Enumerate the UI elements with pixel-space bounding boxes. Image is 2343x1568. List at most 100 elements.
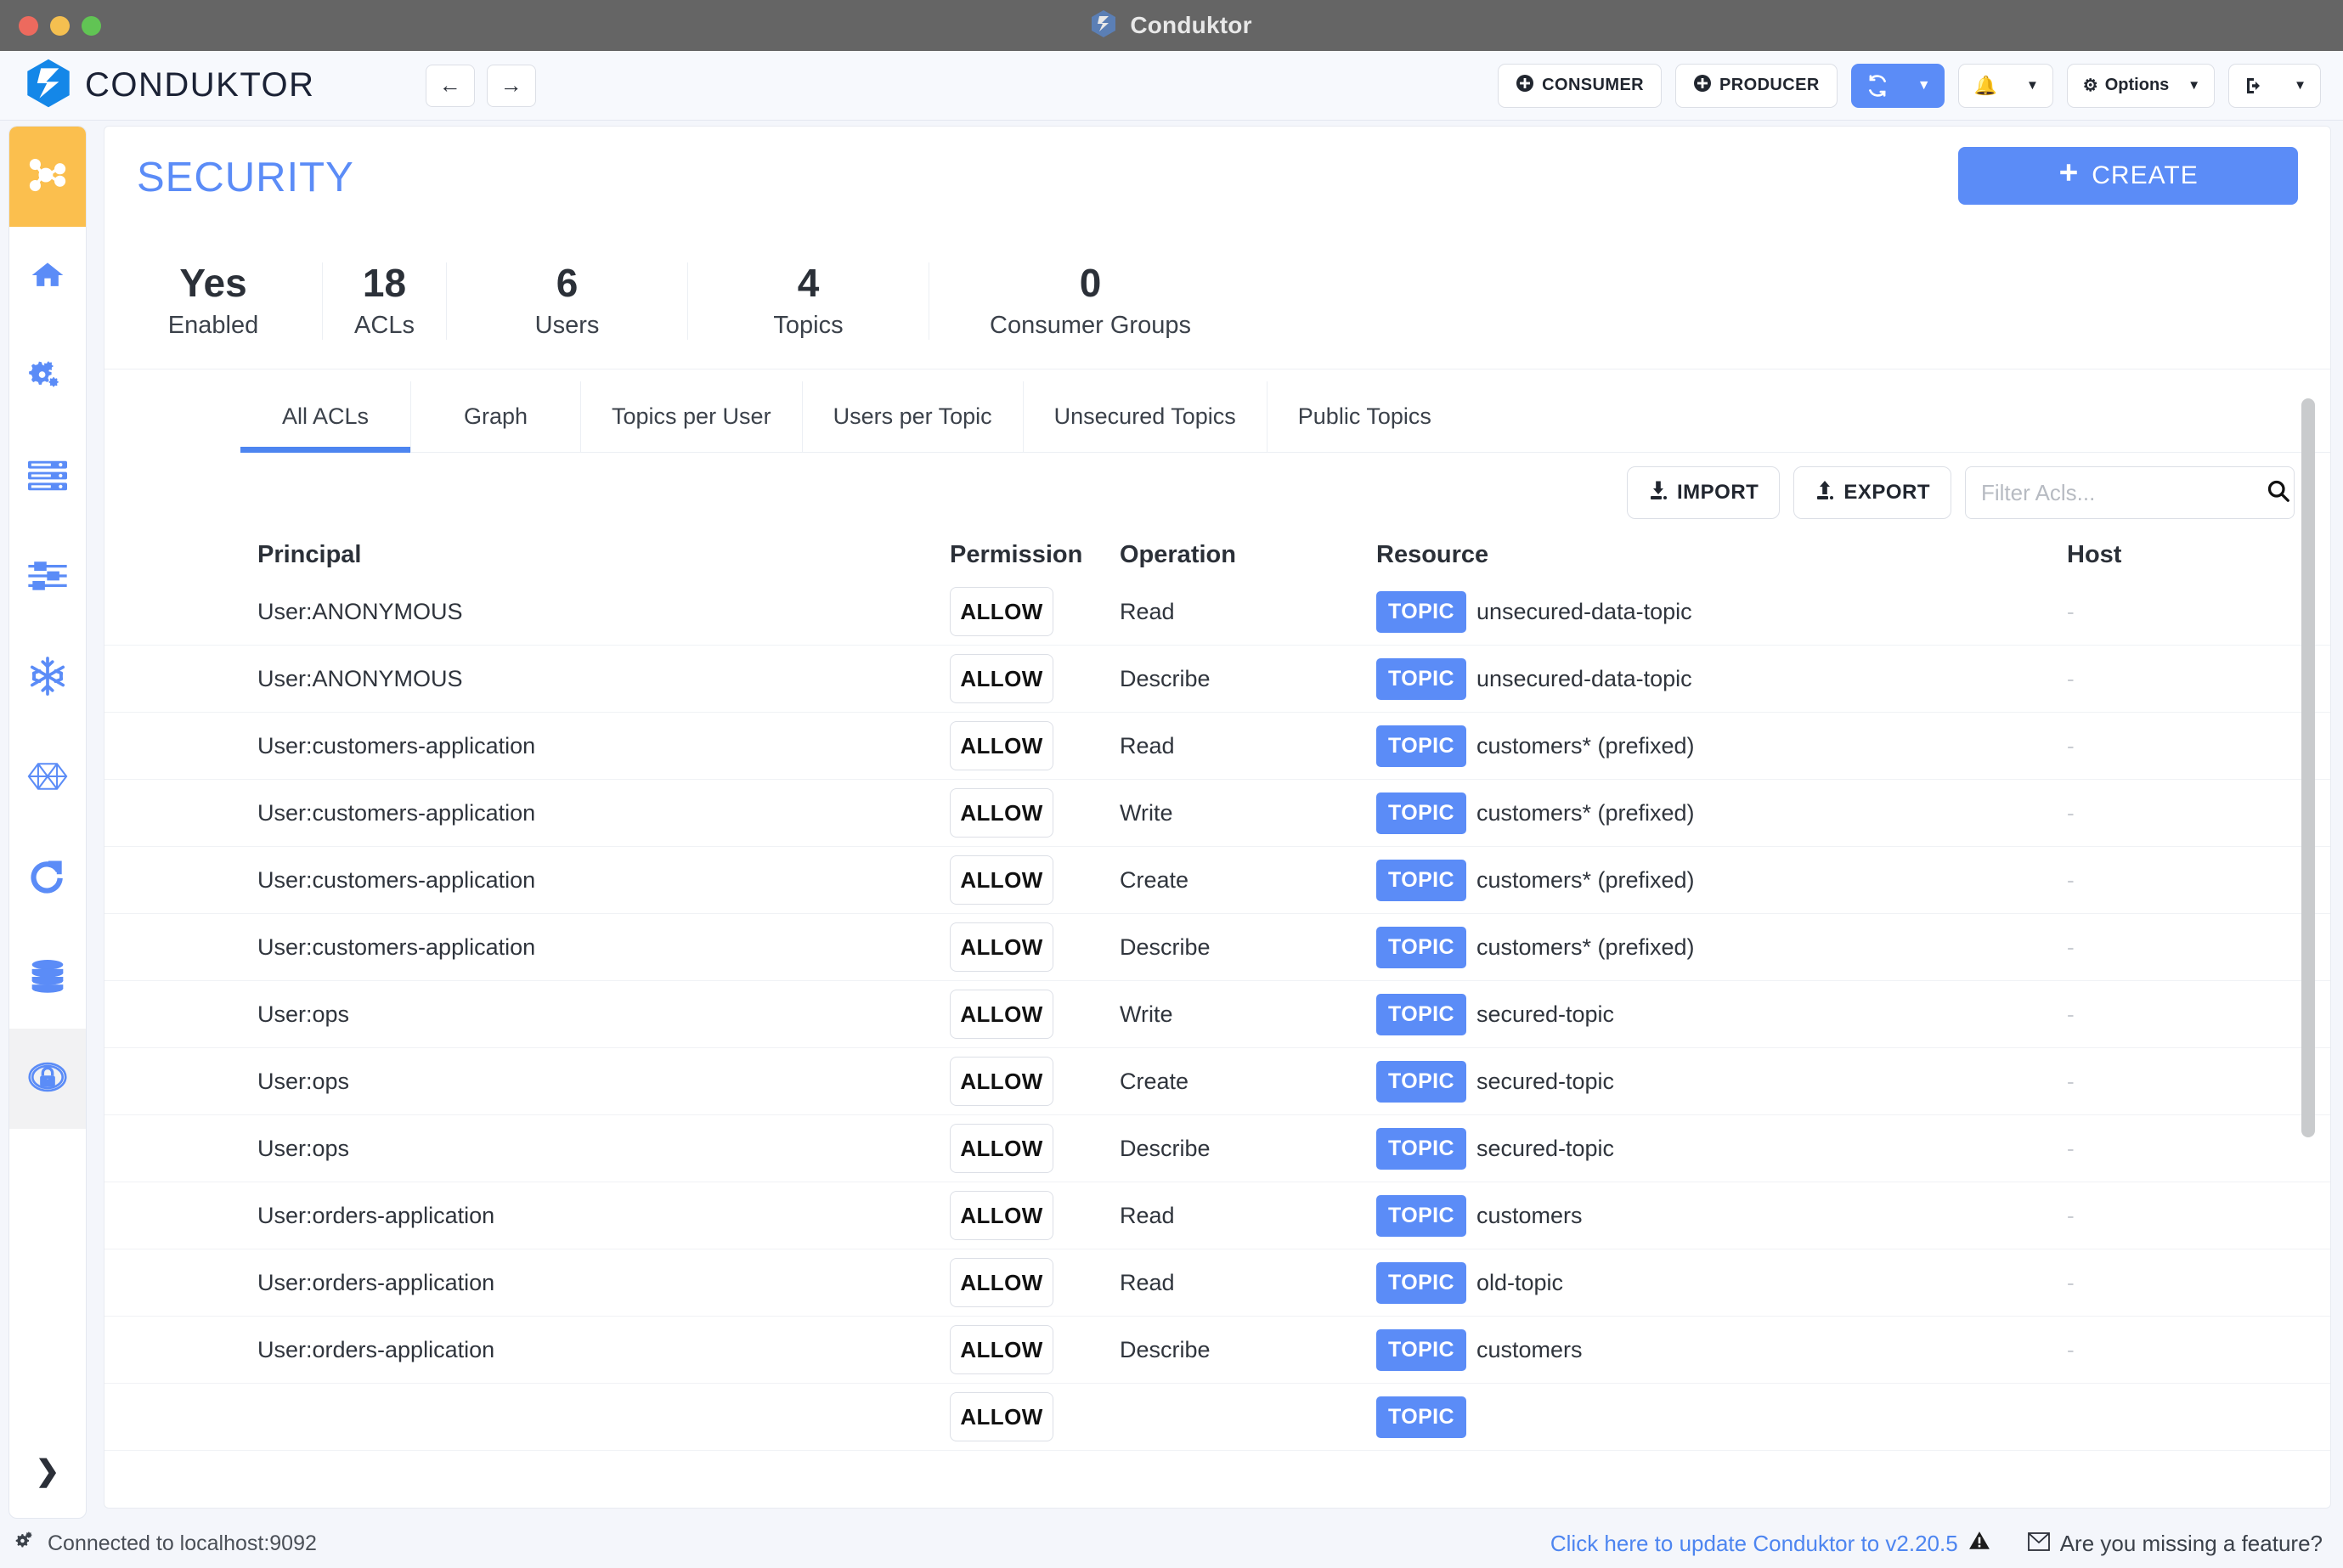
cell-host: - — [2067, 1135, 2075, 1161]
table-row[interactable]: User:ops ALLOW Describe TOPIC secured-to… — [104, 1115, 2330, 1182]
cell-principal: User:customers-application — [257, 732, 536, 759]
sidebar-item-connect[interactable] — [9, 828, 86, 928]
cell-host: - — [2067, 799, 2075, 826]
cell-operation: Describe — [1120, 665, 1211, 691]
logout-chevron-down-icon[interactable]: ▼ — [2280, 65, 2320, 107]
tab-public-topics[interactable]: Public Topics — [1266, 381, 1462, 452]
resource-type-badge: TOPIC — [1376, 1396, 1466, 1438]
tab-graph[interactable]: Graph — [410, 381, 580, 452]
cell-permission: ALLOW — [950, 788, 1053, 838]
column-header-host: Host — [2067, 541, 2122, 568]
table-row[interactable]: User:ops ALLOW Create TOPIC secured-topi… — [104, 1048, 2330, 1115]
producer-button[interactable]: PRODUCER — [1675, 63, 1838, 108]
cell-permission: ALLOW — [950, 1124, 1053, 1173]
tab-users-per-topic[interactable]: Users per Topic — [801, 381, 1023, 452]
cell-host: - — [2067, 1202, 2075, 1228]
cell-permission: ALLOW — [950, 922, 1053, 972]
exit-icon[interactable] — [2229, 65, 2280, 107]
refresh-dropdown-chevron-down-icon[interactable]: ▼ — [1903, 63, 1945, 108]
logout-button-group[interactable]: ▼ — [2228, 63, 2321, 108]
table-row[interactable]: User:orders-application ALLOW Read TOPIC… — [104, 1182, 2330, 1249]
table-row[interactable]: User:orders-application ALLOW Read TOPIC… — [104, 1249, 2330, 1317]
cell-principal: User:ANONYMOUS — [257, 665, 463, 691]
create-button[interactable]: CREATE — [1958, 147, 2298, 205]
window-titlebar: Conduktor — [0, 0, 2343, 51]
feature-request-link[interactable]: Are you missing a feature? — [2027, 1530, 2323, 1557]
table-row[interactable]: User:customers-application ALLOW Write T… — [104, 780, 2330, 847]
resource-type-badge: TOPIC — [1376, 1127, 1466, 1170]
import-button[interactable]: IMPORT — [1626, 466, 1781, 519]
sidebar-item-security[interactable] — [9, 1029, 86, 1129]
cell-resource: TOPIC secured-topic — [1376, 1127, 1614, 1170]
minimize-window-button[interactable] — [50, 15, 70, 36]
cell-permission: ALLOW — [950, 654, 1053, 703]
tab-all-acls[interactable]: All ACLs — [240, 381, 410, 453]
table-row[interactable]: User:customers-application ALLOW Create … — [104, 847, 2330, 914]
consumer-button[interactable]: CONSUMER — [1498, 63, 1663, 108]
back-arrow-icon[interactable]: ← — [425, 64, 475, 107]
resource-name: unsecured-data-topic — [1476, 665, 1692, 691]
sidebar-item-schema-registry[interactable] — [9, 928, 86, 1029]
options-button[interactable]: ⚙ Options — [2068, 65, 2174, 107]
refresh-icon[interactable] — [1850, 63, 1904, 108]
tab-unsecured-topics[interactable]: Unsecured Topics — [1022, 381, 1267, 452]
import-button-label: IMPORT — [1676, 481, 1759, 504]
zoom-window-button[interactable] — [82, 15, 101, 36]
tab-topics-per-user[interactable]: Topics per User — [580, 381, 802, 452]
cell-principal: User:orders-application — [257, 1336, 495, 1362]
bell-icon[interactable]: 🔔 — [1959, 65, 2013, 107]
options-button-group[interactable]: ⚙ Options ▼ — [2066, 63, 2216, 108]
sidebar-item-home[interactable] — [9, 227, 86, 327]
table-row[interactable]: User:customers-application ALLOW Read TO… — [104, 713, 2330, 780]
stat-value: Yes — [179, 260, 247, 305]
gear-icon: ⚙ — [2082, 76, 2098, 95]
search-input[interactable] — [1981, 479, 2266, 506]
column-header-permission: Permission — [950, 541, 1083, 568]
stat-value: 0 — [1079, 260, 1102, 305]
options-chevron-down-icon[interactable]: ▼ — [2174, 65, 2214, 107]
lock-shield-icon — [28, 1059, 67, 1099]
notifications-button-group[interactable]: 🔔 ▼ — [1957, 63, 2053, 108]
resource-type-badge: TOPIC — [1376, 725, 1466, 767]
cell-host: - — [2067, 1068, 2075, 1094]
resource-type-badge: TOPIC — [1376, 926, 1466, 968]
search-icon[interactable] — [2266, 478, 2291, 508]
sidebar-item-consumers[interactable] — [9, 527, 86, 628]
sidebar-item-ksqldb[interactable] — [9, 628, 86, 728]
create-button-label: CREATE — [2092, 161, 2199, 189]
stat-label: Users — [534, 312, 600, 340]
connection-status: Connected to localhost:9092 — [15, 1530, 317, 1558]
resource-type-badge: TOPIC — [1376, 657, 1466, 700]
resource-type-badge: TOPIC — [1376, 1194, 1466, 1237]
notifications-chevron-down-icon[interactable]: ▼ — [2013, 65, 2052, 107]
toolbar-actions: CONSUMER PRODUCER ▼ 🔔 ▼ ⚙ Options ▼ ▼ — [1498, 63, 2321, 108]
table-row[interactable]: User:ops ALLOW Write TOPIC secured-topic… — [104, 981, 2330, 1048]
close-window-button[interactable] — [19, 15, 38, 36]
sliders-icon — [28, 561, 67, 595]
sidebar-item-kafka-cluster[interactable] — [9, 127, 86, 227]
export-button[interactable]: EXPORT — [1793, 466, 1951, 519]
stat-topics: 4 Topics — [687, 262, 929, 341]
table-row[interactable]: User:customers-application ALLOW Describ… — [104, 914, 2330, 981]
resource-name: old-topic — [1476, 1269, 1564, 1295]
table-row-partial[interactable]: ALLOW TOPIC — [104, 1384, 2330, 1451]
table-vertical-scrollbar[interactable] — [2301, 398, 2315, 1137]
update-link[interactable]: Click here to update Conduktor to v2.20.… — [1550, 1530, 1990, 1558]
cell-operation: Read — [1120, 598, 1175, 624]
sidebar-item-streams[interactable] — [9, 728, 86, 828]
table-row[interactable]: User:ANONYMOUS ALLOW Describe TOPIC unse… — [104, 646, 2330, 713]
permission-badge: ALLOW — [950, 788, 1053, 838]
sidebar-item-brokers[interactable] — [9, 327, 86, 427]
forward-arrow-icon[interactable]: → — [486, 64, 536, 107]
sidebar-expand-button[interactable]: ❯ — [9, 1424, 86, 1518]
sidebar-item-topics[interactable] — [9, 427, 86, 527]
permission-badge: ALLOW — [950, 654, 1053, 703]
filter-acls-field[interactable] — [1965, 466, 2295, 519]
refresh-button-group[interactable]: ▼ — [1850, 63, 1945, 108]
acl-table-body[interactable]: User:ANONYMOUS ALLOW Read TOPIC unsecure… — [104, 578, 2330, 1508]
table-row[interactable]: User:ANONYMOUS ALLOW Read TOPIC unsecure… — [104, 578, 2330, 646]
table-row[interactable]: User:orders-application ALLOW Describe T… — [104, 1317, 2330, 1384]
producer-button-label: PRODUCER — [1719, 76, 1820, 94]
resource-type-badge: TOPIC — [1376, 993, 1466, 1035]
feature-request-text: Are you missing a feature? — [2059, 1530, 2323, 1556]
